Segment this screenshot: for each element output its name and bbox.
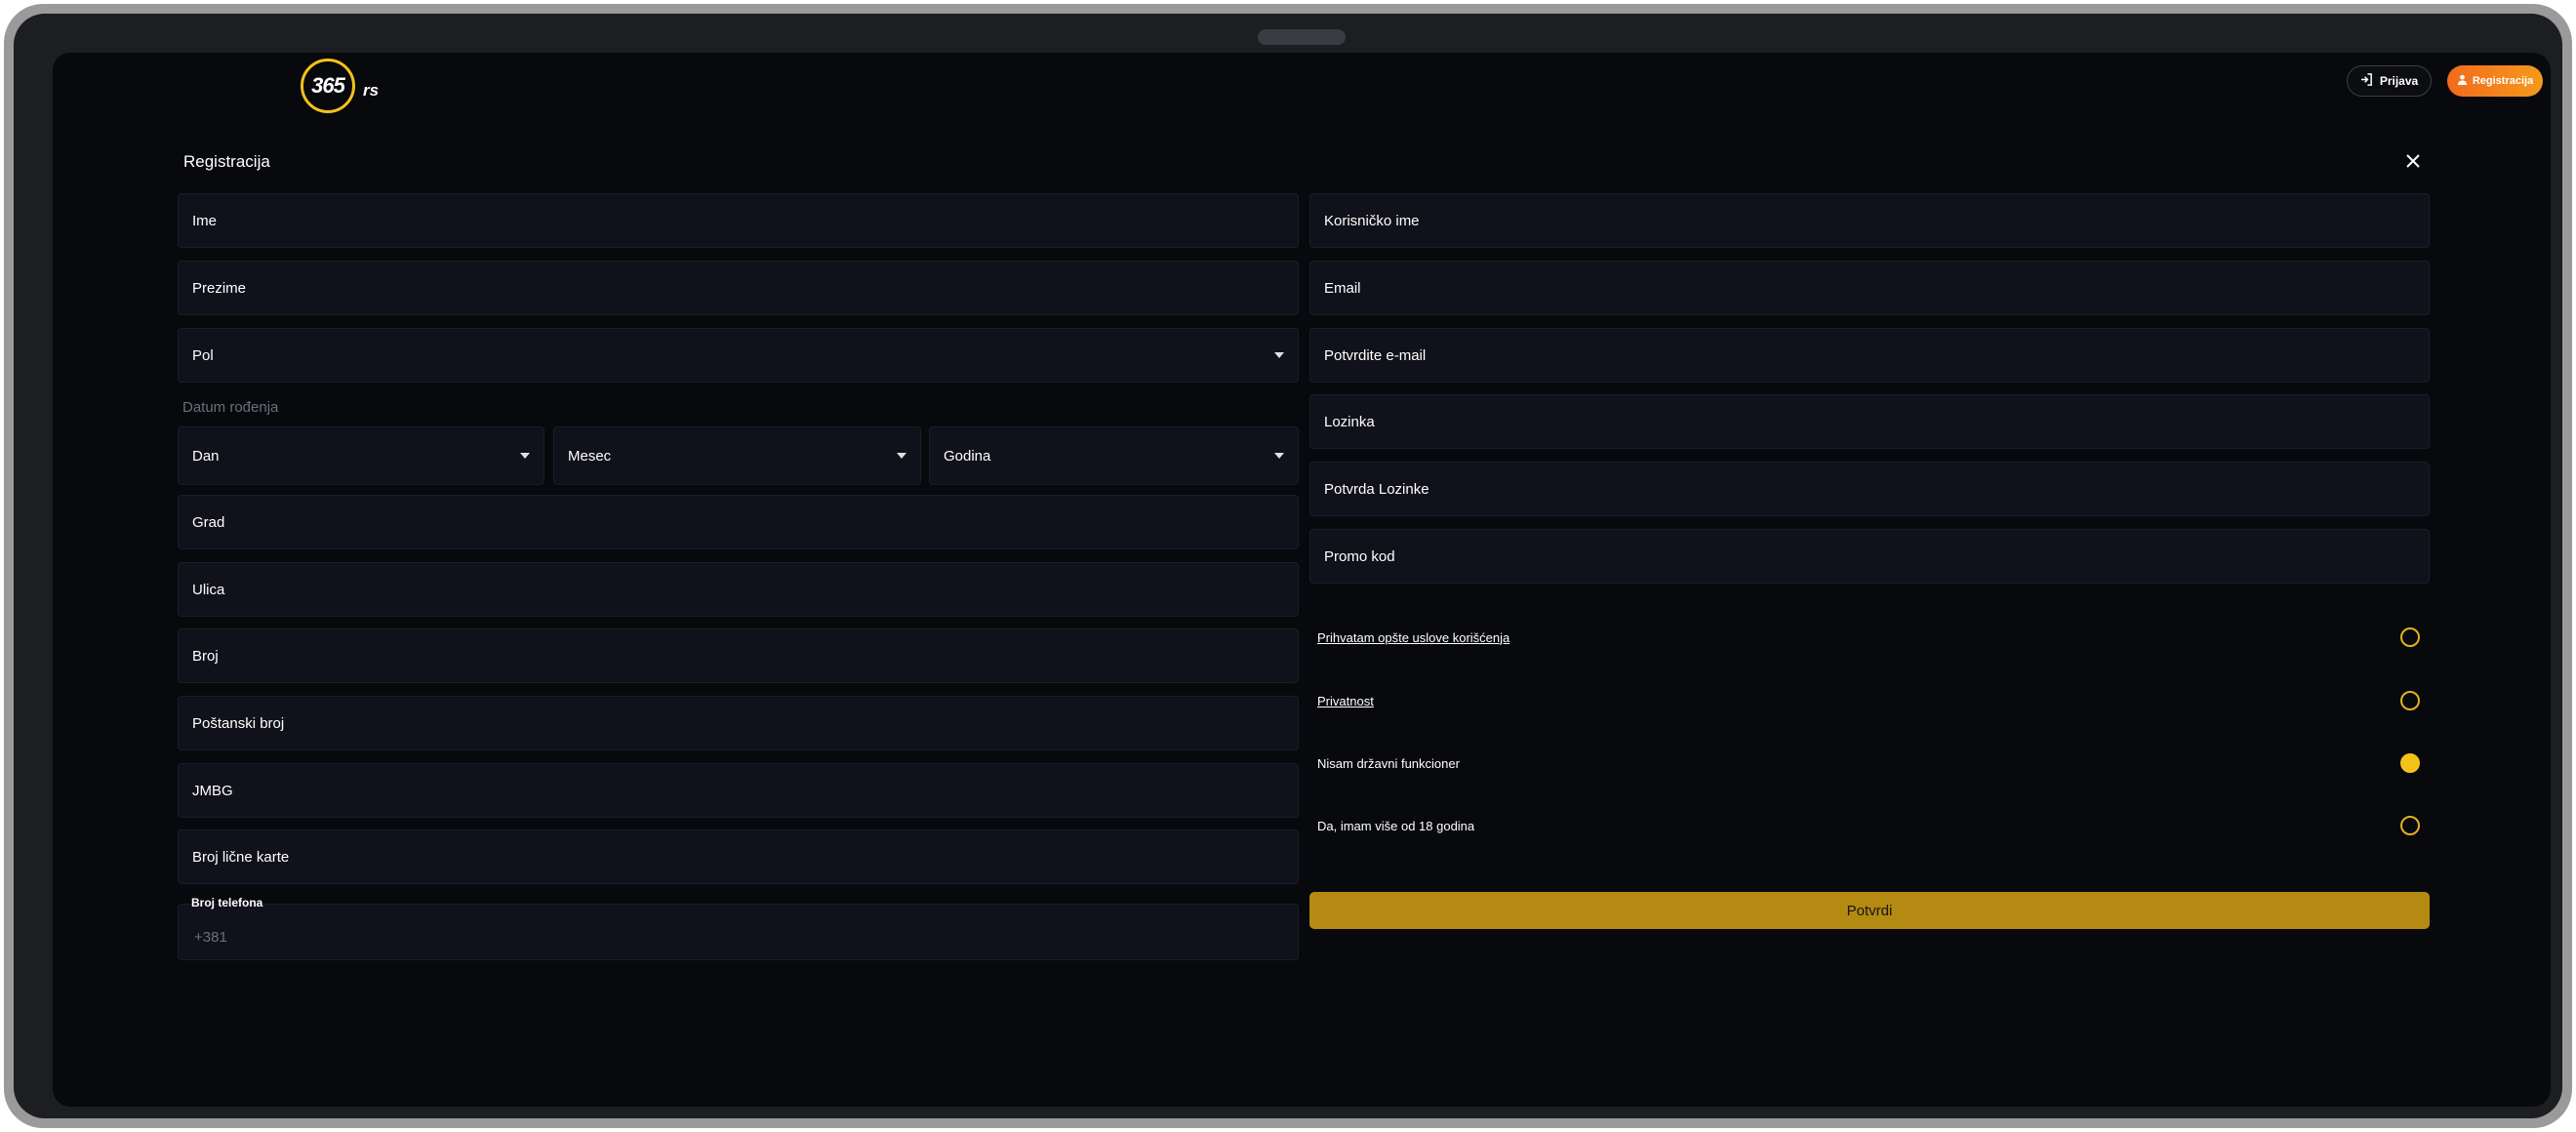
last-name-field[interactable]: Prezime	[178, 261, 1299, 315]
city-placeholder: Grad	[192, 513, 225, 531]
password-field[interactable]: Lozinka	[1309, 394, 2430, 449]
username-placeholder: Korisničko ime	[1324, 212, 1420, 229]
submit-button[interactable]: Potvrdi	[1309, 892, 2430, 929]
year-select[interactable]: Godina	[929, 426, 1299, 485]
month-placeholder: Mesec	[568, 447, 612, 465]
last-name-placeholder: Prezime	[192, 279, 247, 297]
password-placeholder: Lozinka	[1324, 413, 1375, 430]
city-field[interactable]: Grad	[178, 495, 1299, 549]
modal-title: Registracija	[183, 152, 270, 171]
postal-code-placeholder: Poštanski broj	[192, 714, 285, 732]
id-card-field[interactable]: Broj lične karte	[178, 829, 1299, 884]
first-name-field[interactable]: Ime	[178, 193, 1299, 248]
confirm-email-placeholder: Potvrdite e-mail	[1324, 346, 1427, 364]
screen: 365 rs Prijava Registracija Registracija…	[53, 53, 2551, 1107]
confirm-email-field[interactable]: Potvrdite e-mail	[1309, 328, 2430, 383]
street-field[interactable]: Ulica	[178, 562, 1299, 617]
gender-placeholder: Pol	[192, 346, 214, 364]
email-placeholder: Email	[1324, 279, 1361, 297]
month-select[interactable]: Mesec	[553, 426, 921, 485]
privacy-check-row[interactable]: Privatnost	[1317, 689, 2420, 712]
not-official-check-row[interactable]: Nisam državni funkcioner	[1317, 751, 2420, 775]
login-arrow-icon	[2360, 73, 2373, 89]
caret-down-icon	[520, 453, 530, 459]
gender-select[interactable]: Pol	[178, 328, 1299, 383]
age-radio[interactable]	[2400, 816, 2420, 835]
age-label: Da, imam više od 18 godina	[1317, 818, 1475, 833]
terms-link[interactable]: Prihvatam opšte uslove korišćenja	[1317, 630, 1509, 645]
not-official-radio[interactable]	[2400, 753, 2420, 773]
postal-code-field[interactable]: Poštanski broj	[178, 696, 1299, 750]
promo-code-field[interactable]: Promo kod	[1309, 529, 2430, 584]
phone-field[interactable]	[178, 904, 1299, 960]
confirm-password-field[interactable]: Potvrda Lozinke	[1309, 462, 2430, 516]
not-official-label: Nisam državni funkcioner	[1317, 755, 1460, 771]
logo-suffix: rs	[363, 81, 380, 100]
caret-down-icon	[1274, 352, 1284, 358]
phone-input[interactable]	[192, 927, 782, 947]
register-button[interactable]: Registracija	[2447, 65, 2543, 97]
confirm-password-placeholder: Potvrda Lozinke	[1324, 480, 1429, 498]
dob-label: Datum rođenja	[182, 399, 279, 416]
close-icon[interactable]	[2402, 150, 2424, 172]
device-bezel: 365 rs Prijava Registracija Registracija…	[14, 14, 2562, 1118]
email-field[interactable]: Email	[1309, 261, 2430, 315]
promo-code-placeholder: Promo kod	[1324, 547, 1395, 565]
logo-number: 365	[311, 73, 345, 98]
age-check-row[interactable]: Da, imam više od 18 godina	[1317, 814, 2420, 837]
first-name-placeholder: Ime	[192, 212, 218, 229]
register-label: Registracija	[2472, 75, 2534, 87]
username-field[interactable]: Korisničko ime	[1309, 193, 2430, 248]
id-card-placeholder: Broj lične karte	[192, 848, 290, 866]
day-select[interactable]: Dan	[178, 426, 544, 485]
terms-radio[interactable]	[2400, 627, 2420, 647]
login-button[interactable]: Prijava	[2347, 65, 2432, 97]
privacy-radio[interactable]	[2400, 691, 2420, 710]
device-notch	[1258, 29, 1346, 45]
house-number-field[interactable]: Broj	[178, 628, 1299, 683]
privacy-link[interactable]: Privatnost	[1317, 694, 1374, 708]
caret-down-icon	[1274, 453, 1284, 459]
phone-label: Broj telefona	[191, 896, 263, 910]
jmbg-field[interactable]: JMBG	[178, 763, 1299, 818]
user-icon	[2457, 74, 2468, 88]
login-label: Prijava	[2379, 74, 2419, 88]
caret-down-icon	[897, 453, 906, 459]
year-placeholder: Godina	[944, 447, 991, 465]
street-placeholder: Ulica	[192, 581, 225, 598]
house-number-placeholder: Broj	[192, 647, 219, 665]
device-frame: 365 rs Prijava Registracija Registracija…	[4, 4, 2572, 1128]
day-placeholder: Dan	[192, 447, 220, 465]
jmbg-placeholder: JMBG	[192, 782, 233, 799]
site-logo[interactable]: 365 rs	[301, 55, 379, 117]
logo-circle: 365	[301, 59, 355, 113]
terms-check-row[interactable]: Prihvatam opšte uslove korišćenja	[1317, 626, 2420, 649]
